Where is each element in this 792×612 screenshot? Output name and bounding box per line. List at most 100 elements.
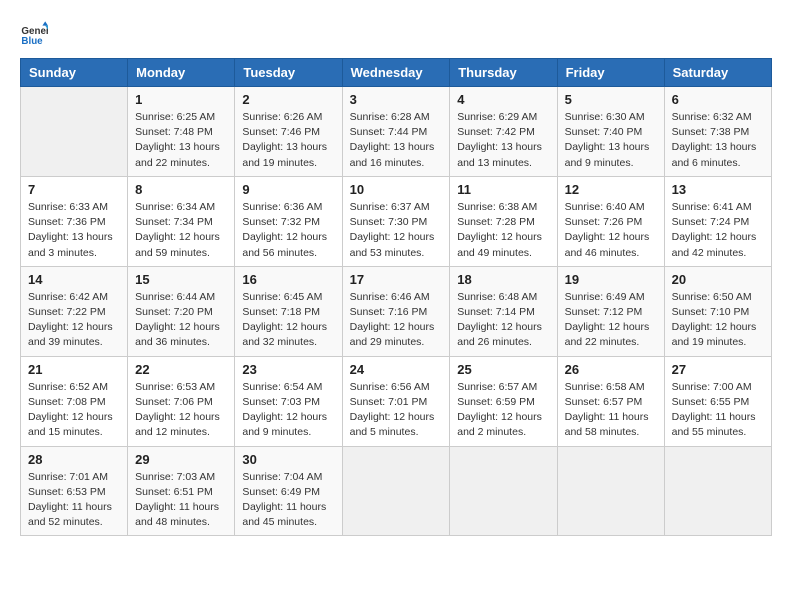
day-info: Sunrise: 6:38 AM Sunset: 7:28 PM Dayligh… bbox=[457, 200, 549, 261]
calendar-cell: 30 Sunrise: 7:04 AM Sunset: 6:49 PM Dayli… bbox=[235, 446, 342, 536]
day-number: 28 bbox=[28, 452, 120, 467]
day-number: 7 bbox=[28, 182, 120, 197]
day-number: 13 bbox=[672, 182, 764, 197]
day-info: Sunrise: 6:41 AM Sunset: 7:24 PM Dayligh… bbox=[672, 200, 764, 261]
calendar-cell: 23 Sunrise: 6:54 AM Sunset: 7:03 PM Dayli… bbox=[235, 356, 342, 446]
calendar-cell: 10 Sunrise: 6:37 AM Sunset: 7:30 PM Dayli… bbox=[342, 176, 450, 266]
calendar-header-saturday: Saturday bbox=[664, 59, 771, 87]
calendar-cell: 21Sunrise: 6:52 AM Sunset: 7:08 PM Dayli… bbox=[21, 356, 128, 446]
day-info: Sunrise: 7:01 AM Sunset: 6:53 PM Dayligh… bbox=[28, 470, 120, 531]
day-info: Sunrise: 7:03 AM Sunset: 6:51 PM Dayligh… bbox=[135, 470, 227, 531]
calendar-cell: 7Sunrise: 6:33 AM Sunset: 7:36 PM Daylig… bbox=[21, 176, 128, 266]
day-info: Sunrise: 6:56 AM Sunset: 7:01 PM Dayligh… bbox=[350, 380, 443, 441]
day-info: Sunrise: 6:28 AM Sunset: 7:44 PM Dayligh… bbox=[350, 110, 443, 171]
day-number: 11 bbox=[457, 182, 549, 197]
day-number: 5 bbox=[565, 92, 657, 107]
day-number: 21 bbox=[28, 362, 120, 377]
logo: General Blue bbox=[20, 20, 52, 48]
calendar-cell: 19Sunrise: 6:49 AM Sunset: 7:12 PM Dayli… bbox=[557, 266, 664, 356]
calendar-cell: 9 Sunrise: 6:36 AM Sunset: 7:32 PM Daylig… bbox=[235, 176, 342, 266]
day-number: 27 bbox=[672, 362, 764, 377]
day-info: Sunrise: 6:42 AM Sunset: 7:22 PM Dayligh… bbox=[28, 290, 120, 351]
calendar-cell: 29Sunrise: 7:03 AM Sunset: 6:51 PM Dayli… bbox=[128, 446, 235, 536]
day-number: 1 bbox=[135, 92, 227, 107]
calendar-cell: 17 Sunrise: 6:46 AM Sunset: 7:16 PM Dayli… bbox=[342, 266, 450, 356]
day-info: Sunrise: 6:25 AM Sunset: 7:48 PM Dayligh… bbox=[135, 110, 227, 171]
calendar-cell: 1 Sunrise: 6:25 AM Sunset: 7:48 PM Daylig… bbox=[128, 87, 235, 177]
calendar-cell: 14 Sunrise: 6:42 AM Sunset: 7:22 PM Dayli… bbox=[21, 266, 128, 356]
calendar-cell bbox=[450, 446, 557, 536]
day-number: 2 bbox=[242, 92, 334, 107]
calendar-week-row: 28 Sunrise: 7:01 AM Sunset: 6:53 PM Dayli… bbox=[21, 446, 772, 536]
calendar-cell: 18 Sunrise: 6:48 AM Sunset: 7:14 PM Dayli… bbox=[450, 266, 557, 356]
day-info: Sunrise: 6:46 AM Sunset: 7:16 PM Dayligh… bbox=[350, 290, 443, 351]
calendar-header-tuesday: Tuesday bbox=[235, 59, 342, 87]
day-info: Sunrise: 6:45 AM Sunset: 7:18 PM Dayligh… bbox=[242, 290, 334, 351]
day-number: 12 bbox=[565, 182, 657, 197]
day-info: Sunrise: 6:30 AM Sunset: 7:40 PM Dayligh… bbox=[565, 110, 657, 171]
day-number: 3 bbox=[350, 92, 443, 107]
calendar-week-row: 14 Sunrise: 6:42 AM Sunset: 7:22 PM Dayli… bbox=[21, 266, 772, 356]
day-info: Sunrise: 6:53 AM Sunset: 7:06 PM Dayligh… bbox=[135, 380, 227, 441]
calendar-cell: 5 Sunrise: 6:30 AM Sunset: 7:40 PM Daylig… bbox=[557, 87, 664, 177]
day-info: Sunrise: 6:36 AM Sunset: 7:32 PM Dayligh… bbox=[242, 200, 334, 261]
calendar-cell: 16 Sunrise: 6:45 AM Sunset: 7:18 PM Dayli… bbox=[235, 266, 342, 356]
day-number: 6 bbox=[672, 92, 764, 107]
day-number: 17 bbox=[350, 272, 443, 287]
day-number: 19 bbox=[565, 272, 657, 287]
calendar-cell bbox=[664, 446, 771, 536]
calendar-cell bbox=[21, 87, 128, 177]
calendar-cell: 12 Sunrise: 6:40 AM Sunset: 7:26 PM Dayli… bbox=[557, 176, 664, 266]
calendar-week-row: 21Sunrise: 6:52 AM Sunset: 7:08 PM Dayli… bbox=[21, 356, 772, 446]
day-number: 15 bbox=[135, 272, 227, 287]
calendar-cell: 27 Sunrise: 7:00 AM Sunset: 6:55 PM Dayli… bbox=[664, 356, 771, 446]
day-number: 25 bbox=[457, 362, 549, 377]
day-info: Sunrise: 6:37 AM Sunset: 7:30 PM Dayligh… bbox=[350, 200, 443, 261]
calendar-header-friday: Friday bbox=[557, 59, 664, 87]
day-number: 10 bbox=[350, 182, 443, 197]
calendar-cell: 24 Sunrise: 6:56 AM Sunset: 7:01 PM Dayli… bbox=[342, 356, 450, 446]
day-number: 8 bbox=[135, 182, 227, 197]
day-info: Sunrise: 6:54 AM Sunset: 7:03 PM Dayligh… bbox=[242, 380, 334, 441]
calendar-header-wednesday: Wednesday bbox=[342, 59, 450, 87]
day-number: 9 bbox=[242, 182, 334, 197]
day-number: 16 bbox=[242, 272, 334, 287]
calendar-cell bbox=[557, 446, 664, 536]
calendar-header-monday: Monday bbox=[128, 59, 235, 87]
calendar-cell: 6 Sunrise: 6:32 AM Sunset: 7:38 PM Daylig… bbox=[664, 87, 771, 177]
day-info: Sunrise: 6:48 AM Sunset: 7:14 PM Dayligh… bbox=[457, 290, 549, 351]
day-info: Sunrise: 6:50 AM Sunset: 7:10 PM Dayligh… bbox=[672, 290, 764, 351]
day-info: Sunrise: 7:04 AM Sunset: 6:49 PM Dayligh… bbox=[242, 470, 334, 531]
day-number: 30 bbox=[242, 452, 334, 467]
day-info: Sunrise: 6:57 AM Sunset: 6:59 PM Dayligh… bbox=[457, 380, 549, 441]
day-number: 14 bbox=[28, 272, 120, 287]
calendar-cell: 26Sunrise: 6:58 AM Sunset: 6:57 PM Dayli… bbox=[557, 356, 664, 446]
calendar-cell: 28 Sunrise: 7:01 AM Sunset: 6:53 PM Dayli… bbox=[21, 446, 128, 536]
calendar: SundayMondayTuesdayWednesdayThursdayFrid… bbox=[20, 58, 772, 536]
calendar-cell: 2 Sunrise: 6:26 AM Sunset: 7:46 PM Daylig… bbox=[235, 87, 342, 177]
day-info: Sunrise: 6:26 AM Sunset: 7:46 PM Dayligh… bbox=[242, 110, 334, 171]
day-info: Sunrise: 6:44 AM Sunset: 7:20 PM Dayligh… bbox=[135, 290, 227, 351]
logo-icon: General Blue bbox=[20, 20, 48, 48]
day-number: 24 bbox=[350, 362, 443, 377]
calendar-cell: 15 Sunrise: 6:44 AM Sunset: 7:20 PM Dayli… bbox=[128, 266, 235, 356]
calendar-header-thursday: Thursday bbox=[450, 59, 557, 87]
day-number: 18 bbox=[457, 272, 549, 287]
day-info: Sunrise: 7:00 AM Sunset: 6:55 PM Dayligh… bbox=[672, 380, 764, 441]
day-info: Sunrise: 6:29 AM Sunset: 7:42 PM Dayligh… bbox=[457, 110, 549, 171]
calendar-cell: 4Sunrise: 6:29 AM Sunset: 7:42 PM Daylig… bbox=[450, 87, 557, 177]
svg-text:Blue: Blue bbox=[21, 36, 43, 47]
calendar-week-row: 1 Sunrise: 6:25 AM Sunset: 7:48 PM Daylig… bbox=[21, 87, 772, 177]
calendar-header-row: SundayMondayTuesdayWednesdayThursdayFrid… bbox=[21, 59, 772, 87]
day-info: Sunrise: 6:40 AM Sunset: 7:26 PM Dayligh… bbox=[565, 200, 657, 261]
day-info: Sunrise: 6:58 AM Sunset: 6:57 PM Dayligh… bbox=[565, 380, 657, 441]
day-info: Sunrise: 6:32 AM Sunset: 7:38 PM Dayligh… bbox=[672, 110, 764, 171]
calendar-cell: 11 Sunrise: 6:38 AM Sunset: 7:28 PM Dayli… bbox=[450, 176, 557, 266]
calendar-cell: 25 Sunrise: 6:57 AM Sunset: 6:59 PM Dayli… bbox=[450, 356, 557, 446]
day-number: 20 bbox=[672, 272, 764, 287]
calendar-cell: 3 Sunrise: 6:28 AM Sunset: 7:44 PM Daylig… bbox=[342, 87, 450, 177]
calendar-header-sunday: Sunday bbox=[21, 59, 128, 87]
calendar-week-row: 7Sunrise: 6:33 AM Sunset: 7:36 PM Daylig… bbox=[21, 176, 772, 266]
calendar-cell: 20 Sunrise: 6:50 AM Sunset: 7:10 PM Dayli… bbox=[664, 266, 771, 356]
day-number: 23 bbox=[242, 362, 334, 377]
